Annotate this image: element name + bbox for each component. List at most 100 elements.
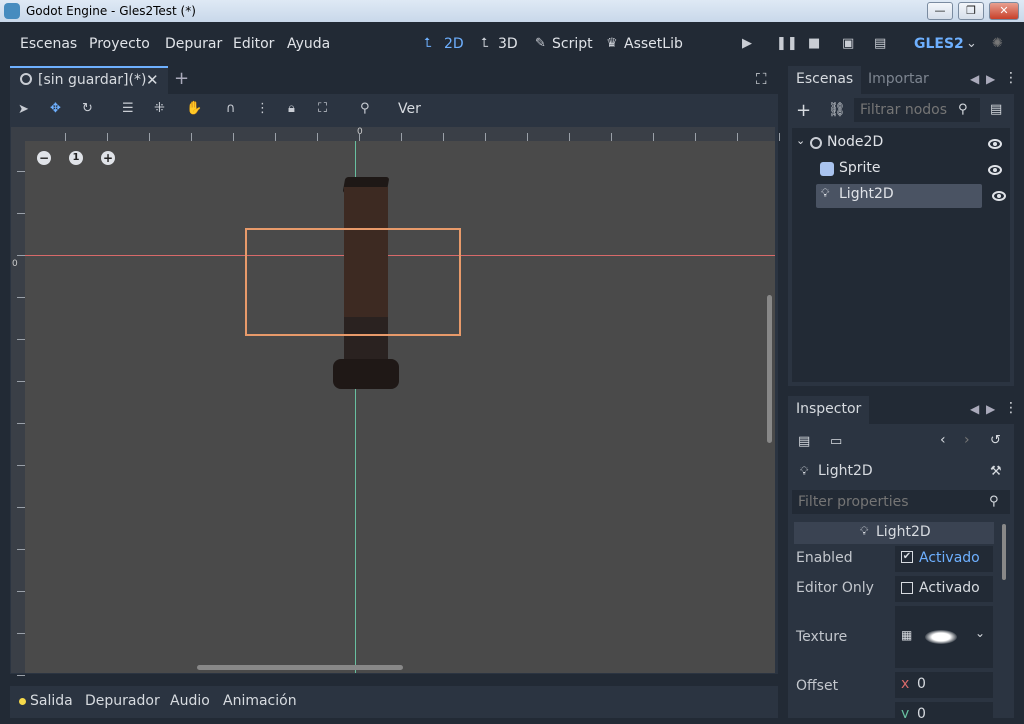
history-forward-icon[interactable]: › <box>964 432 970 448</box>
pan-tool-icon[interactable]: ✋ <box>186 101 202 116</box>
collapse-icon[interactable]: ⌄ <box>796 134 805 147</box>
tree-node-sprite[interactable]: Sprite <box>792 158 1010 182</box>
tab-salida[interactable]: Salida <box>30 693 73 709</box>
menu-proyecto[interactable]: Proyecto <box>89 36 150 52</box>
pause-icon[interactable]: ❚❚ <box>776 36 798 51</box>
prop-offset-x-field[interactable]: x 0 <box>895 672 993 698</box>
canvas-viewport[interactable]: − 1 + <box>11 127 775 673</box>
prop-offset-y-field[interactable]: y 0 <box>895 702 993 718</box>
ruler-tick <box>611 133 612 141</box>
zoom-reset-button[interactable]: 1 <box>69 151 83 165</box>
select-tool-icon[interactable]: ➤ <box>18 102 29 117</box>
new-resource-icon[interactable]: ▤ <box>798 434 810 449</box>
add-tab-icon[interactable]: + <box>174 68 189 89</box>
texture-preview <box>925 630 957 644</box>
node2d-icon <box>810 137 822 149</box>
open-folder-icon[interactable]: ▭ <box>830 434 842 449</box>
mode-3d-button[interactable]: 3D <box>498 36 518 52</box>
mode-2d-button[interactable]: 2D <box>444 36 464 52</box>
lock-icon[interactable]: 🔒︎ <box>288 101 295 116</box>
link-icon[interactable]: ⛓ <box>828 102 846 118</box>
ruler-vertical: 0 <box>11 127 25 676</box>
ruler-tick <box>17 591 25 592</box>
ruler-tick <box>737 133 738 141</box>
minimize-button[interactable]: — <box>927 2 953 20</box>
prop-editor-only-value: Activado <box>919 580 980 596</box>
pivot-tool-icon[interactable]: ⁜ <box>154 101 165 116</box>
maximize-button[interactable]: ❐ <box>958 2 984 20</box>
search-icon: ⚲ <box>989 494 999 509</box>
ruler-tick <box>17 171 25 172</box>
visibility-eye-icon[interactable] <box>988 165 1002 175</box>
chevron-down-icon[interactable]: ⌄ <box>975 626 985 640</box>
dock-right-arrow-icon[interactable]: ▶ <box>986 402 995 416</box>
dock-left-arrow-icon[interactable]: ◀ <box>970 402 979 416</box>
instance-scene-icon[interactable]: ▤ <box>990 102 1002 117</box>
dock-right-arrow-icon[interactable]: ▶ <box>986 72 995 86</box>
ruler-zero-y: 0 <box>12 259 18 269</box>
inspector-section-header[interactable]: 💡︎ Light2D <box>794 522 994 544</box>
dock-menu-icon[interactable]: ⋮ <box>1004 70 1018 86</box>
play-icon[interactable]: ▶ <box>742 36 752 51</box>
renderer-select[interactable]: GLES2 <box>914 36 964 52</box>
close-tab-icon[interactable]: ✕ <box>146 71 159 89</box>
rotate-tool-icon[interactable]: ↻ <box>82 101 93 116</box>
light-bulb-icon: 💡︎ <box>821 186 830 200</box>
prop-texture-picker[interactable]: ▦ ⌄ <box>895 606 993 668</box>
tab-inspector[interactable]: Inspector <box>788 396 870 424</box>
history-icon[interactable]: ↺ <box>990 433 1001 448</box>
mode-script-button[interactable]: Script <box>552 36 593 52</box>
prop-editor-only-checkbox[interactable]: Activado <box>895 576 993 602</box>
tools-icon[interactable]: ⚒ <box>990 464 1002 479</box>
menu-editor[interactable]: Editor <box>233 36 274 52</box>
fullscreen-icon[interactable]: ⛶ <box>756 70 767 88</box>
history-back-icon[interactable]: ‹ <box>940 432 946 448</box>
zoom-out-icon[interactable]: − <box>37 151 51 165</box>
bone-icon[interactable]: ⚲ <box>360 101 370 116</box>
tab-depurador[interactable]: Depurador <box>85 693 160 709</box>
menu-ayuda[interactable]: Ayuda <box>287 36 330 52</box>
tree-node-node2d[interactable]: ⌄ Node2D <box>792 132 1010 156</box>
dock-left-arrow-icon[interactable]: ◀ <box>970 72 979 86</box>
tree-node-label: Node2D <box>827 134 884 150</box>
visibility-eye-icon[interactable] <box>992 191 1006 201</box>
tab-escenas[interactable]: Escenas <box>788 66 862 94</box>
menu-depurar[interactable]: Depurar <box>165 36 222 52</box>
tab-audio[interactable]: Audio <box>170 693 210 709</box>
menu-escenas[interactable]: Escenas <box>20 36 77 52</box>
prop-enabled-checkbox[interactable]: ✔ Activado <box>895 546 993 572</box>
inspector-scrollbar[interactable] <box>1002 524 1006 580</box>
group-icon[interactable]: ⛶ <box>318 101 327 116</box>
search-icon: ⚲ <box>958 102 968 117</box>
more-options-icon[interactable]: ⋮ <box>256 101 269 116</box>
tree-node-label: Sprite <box>839 160 881 176</box>
spinner-icon: ✺ <box>992 36 1003 51</box>
vertical-scrollbar[interactable] <box>767 295 772 443</box>
stop-icon[interactable]: ■ <box>808 36 820 51</box>
scene-tab[interactable]: [sin guardar](*) ✕ <box>10 66 168 94</box>
snap-icon[interactable]: ∩ <box>226 101 236 116</box>
close-window-button[interactable]: ✕ <box>989 2 1019 20</box>
play-scene-icon[interactable]: ▣ <box>842 36 854 51</box>
view-menu-button[interactable]: Ver <box>398 101 421 117</box>
tree-node-light2d[interactable]: 💡︎ Light2D <box>816 184 982 208</box>
light-bulb-icon: 💡︎ <box>860 524 869 538</box>
zoom-in-icon[interactable]: + <box>101 151 115 165</box>
tab-animacion[interactable]: Animación <box>223 693 297 709</box>
visibility-eye-icon[interactable] <box>988 139 1002 149</box>
tab-importar[interactable]: Importar <box>860 66 937 94</box>
mode-assetlib-button[interactable]: AssetLib <box>624 36 683 52</box>
ruler-tick <box>359 133 360 141</box>
add-node-icon[interactable]: + <box>796 100 811 121</box>
filter-properties-input[interactable] <box>792 490 1010 514</box>
ruler-tick <box>17 339 25 340</box>
list-select-icon[interactable]: ☰ <box>122 101 134 116</box>
play-custom-scene-icon[interactable]: ▤ <box>874 36 886 51</box>
3d-mode-icon: ⮤ <box>481 36 489 51</box>
light2d-bounds[interactable] <box>245 228 461 336</box>
move-tool-icon[interactable]: ✥ <box>50 101 61 116</box>
dock-menu-icon[interactable]: ⋮ <box>1004 400 1018 416</box>
chevron-down-icon[interactable]: ⌄ <box>966 36 977 51</box>
horizontal-scrollbar[interactable] <box>197 665 403 670</box>
ruler-tick <box>695 133 696 141</box>
